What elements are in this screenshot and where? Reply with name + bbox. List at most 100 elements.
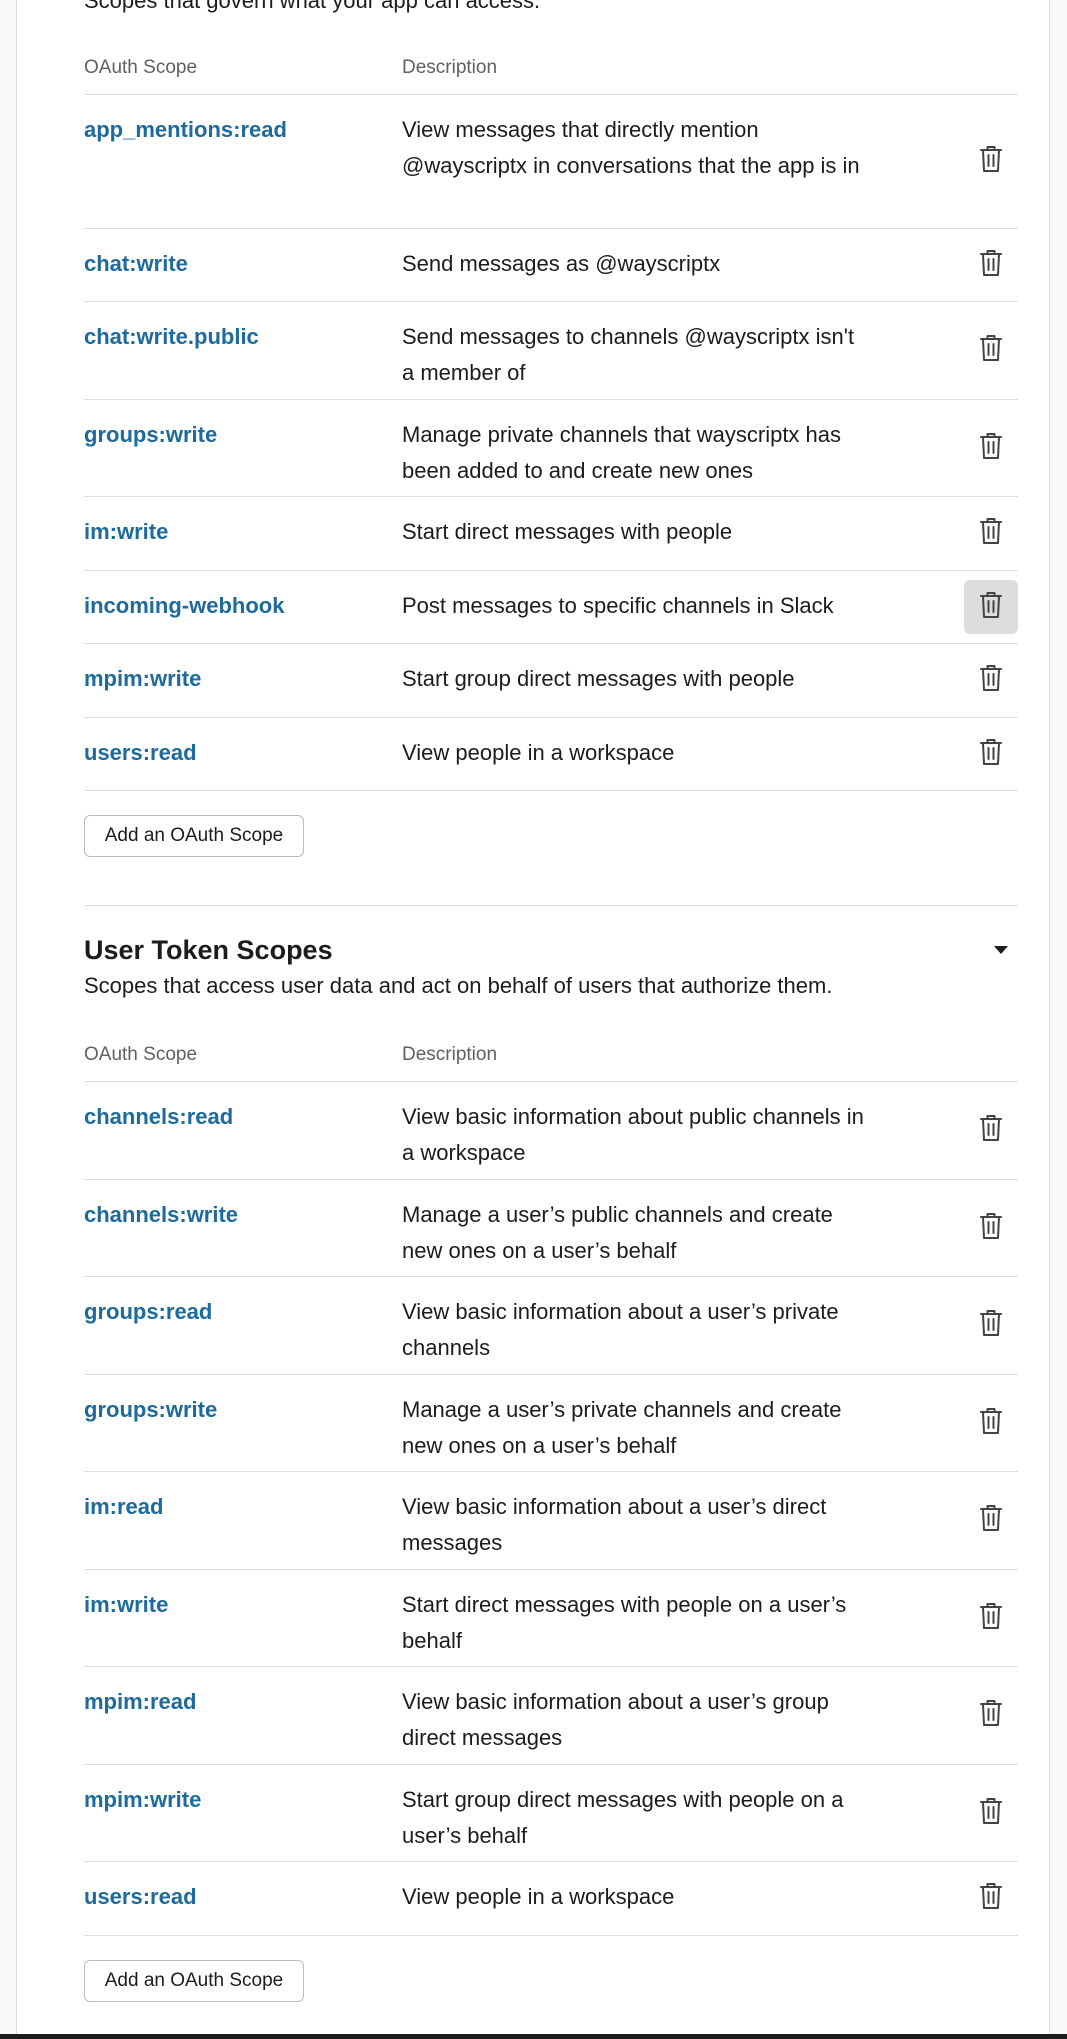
trash-icon: [979, 1114, 1003, 1147]
trash-icon: [979, 517, 1003, 550]
scope-row-groups-write: groups:write Manage a user’s private cha…: [84, 1375, 1018, 1472]
scope-row-mpim-write: mpim:write Start group direct messages w…: [84, 1765, 1018, 1862]
scope-link[interactable]: users:read: [84, 1879, 197, 1915]
caret-down-icon: [994, 946, 1008, 954]
scope-description: Send messages to channels @wayscriptx is…: [402, 324, 855, 385]
remove-scope-button[interactable]: [964, 421, 1018, 475]
trash-icon: [979, 249, 1003, 282]
scope-link[interactable]: groups:read: [84, 1294, 212, 1330]
scope-link[interactable]: mpim:write: [84, 661, 201, 697]
add-bot-scope-button[interactable]: Add an OAuth Scope: [84, 815, 304, 857]
column-header-scope: OAuth Scope: [84, 1044, 198, 1065]
table-header: OAuth Scope Description: [84, 0, 1018, 95]
scope-link[interactable]: chat:write.public: [84, 319, 259, 355]
scope-link[interactable]: mpim:read: [84, 1684, 196, 1720]
scope-description: View people in a workspace: [402, 740, 675, 765]
scope-row-mpim-read: mpim:read View basic information about a…: [84, 1667, 1018, 1765]
scope-description: Start group direct messages with people: [402, 666, 795, 691]
remove-scope-button[interactable]: [964, 654, 1018, 708]
window-bottom-edge: [0, 2034, 1067, 2039]
scope-link[interactable]: groups:write: [84, 417, 217, 453]
scope-row-im-read: im:read View basic information about a u…: [84, 1472, 1018, 1570]
scope-link[interactable]: incoming-webhook: [84, 588, 284, 624]
scope-description: View basic information about a user’s gr…: [402, 1689, 829, 1750]
column-header-description: Description: [402, 57, 498, 78]
remove-scope-button[interactable]: [964, 1201, 1018, 1255]
scope-description: View basic information about a user’s pr…: [402, 1299, 839, 1360]
scope-link[interactable]: groups:write: [84, 1392, 217, 1428]
trash-icon: [979, 432, 1003, 465]
scope-description: Manage private channels that wayscriptx …: [402, 422, 842, 483]
scope-row-users-read: users:read View people in a workspace: [84, 1862, 1018, 1936]
scope-description: Post messages to specific channels in Sl…: [402, 593, 834, 618]
trash-icon: [979, 1407, 1003, 1440]
trash-icon: [979, 1504, 1003, 1537]
collapse-toggle[interactable]: [986, 938, 1016, 962]
scope-row-channels-write: channels:write Manage a user’s public ch…: [84, 1180, 1018, 1277]
scope-description: Start direct messages with people: [402, 519, 733, 544]
trash-icon: [979, 1699, 1003, 1732]
remove-scope-button[interactable]: [964, 507, 1018, 561]
remove-scope-button[interactable]: [964, 580, 1018, 634]
scope-row-im-write: im:write Start direct messages with peop…: [84, 497, 1018, 571]
scope-row-users-read: users:read View people in a workspace: [84, 718, 1018, 791]
remove-scope-button[interactable]: [964, 238, 1018, 292]
scope-link[interactable]: users:read: [84, 735, 197, 771]
remove-scope-button[interactable]: [964, 1786, 1018, 1840]
scope-link[interactable]: app_mentions:read: [84, 112, 287, 148]
scope-description: View basic information about a user’s di…: [402, 1494, 827, 1555]
trash-icon: [979, 1882, 1003, 1915]
add-user-scope-button[interactable]: Add an OAuth Scope: [84, 1960, 304, 2002]
section-divider: [84, 905, 1018, 906]
scope-row-chat-write-public: chat:write.public Send messages to chann…: [84, 302, 1018, 400]
remove-scope-button[interactable]: [964, 1299, 1018, 1353]
remove-scope-button[interactable]: [964, 1689, 1018, 1743]
column-header-description: Description: [402, 1044, 498, 1065]
scope-description: Manage a user’s public channels and crea…: [402, 1202, 833, 1263]
trash-icon: [979, 1797, 1003, 1830]
scope-link[interactable]: chat:write: [84, 246, 188, 282]
scope-description: View messages that directly mention @way…: [402, 117, 860, 178]
scope-row-groups-read: groups:read View basic information about…: [84, 1277, 1018, 1375]
trash-icon: [979, 738, 1003, 771]
scope-row-mpim-write: mpim:write Start group direct messages w…: [84, 644, 1018, 718]
scope-description: Manage a user’s private channels and cre…: [402, 1397, 842, 1458]
trash-icon: [979, 1309, 1003, 1342]
scope-link[interactable]: channels:read: [84, 1099, 233, 1135]
scope-description: View people in a workspace: [402, 1884, 675, 1909]
remove-scope-button[interactable]: [964, 1591, 1018, 1645]
remove-scope-button[interactable]: [964, 727, 1018, 781]
scope-row-app-mentions-read: app_mentions:read View messages that dir…: [84, 95, 1018, 229]
column-header-scope: OAuth Scope: [84, 57, 198, 78]
scope-description: Start direct messages with people on a u…: [402, 1592, 847, 1653]
scope-link[interactable]: im:write: [84, 514, 168, 550]
scope-link[interactable]: im:write: [84, 1587, 168, 1623]
scope-link[interactable]: mpim:write: [84, 1782, 201, 1818]
scope-link[interactable]: channels:write: [84, 1197, 238, 1233]
table-header: OAuth Scope Description: [84, 987, 1018, 1082]
trash-icon: [979, 1212, 1003, 1245]
remove-scope-button[interactable]: [964, 324, 1018, 378]
remove-scope-button[interactable]: [964, 1494, 1018, 1548]
scope-description: View basic information about public chan…: [402, 1104, 864, 1165]
scope-row-im-write: im:write Start direct messages with peop…: [84, 1570, 1018, 1667]
trash-icon: [979, 334, 1003, 367]
scope-description: Send messages as @wayscriptx: [402, 251, 721, 276]
scope-row-channels-read: channels:read View basic information abo…: [84, 1082, 1018, 1180]
user-scopes-table: OAuth Scope Description channels:read Vi…: [84, 987, 1018, 1936]
scope-row-incoming-webhook: incoming-webhook Post messages to specif…: [84, 571, 1018, 644]
scope-row-groups-write: groups:write Manage private channels tha…: [84, 400, 1018, 497]
remove-scope-button[interactable]: [964, 135, 1018, 189]
bot-scopes-table: OAuth Scope Description app_mentions:rea…: [84, 0, 1018, 791]
trash-icon: [979, 591, 1003, 624]
remove-scope-button[interactable]: [964, 1872, 1018, 1926]
user-token-scopes-title: User Token Scopes: [84, 935, 333, 965]
trash-icon: [979, 1602, 1003, 1635]
trash-icon: [979, 664, 1003, 697]
remove-scope-button[interactable]: [964, 1104, 1018, 1158]
scope-link[interactable]: im:read: [84, 1489, 163, 1525]
scope-description: Start group direct messages with people …: [402, 1787, 844, 1848]
scope-row-chat-write: chat:write Send messages as @wayscriptx: [84, 229, 1018, 302]
trash-icon: [979, 145, 1003, 178]
remove-scope-button[interactable]: [964, 1396, 1018, 1450]
